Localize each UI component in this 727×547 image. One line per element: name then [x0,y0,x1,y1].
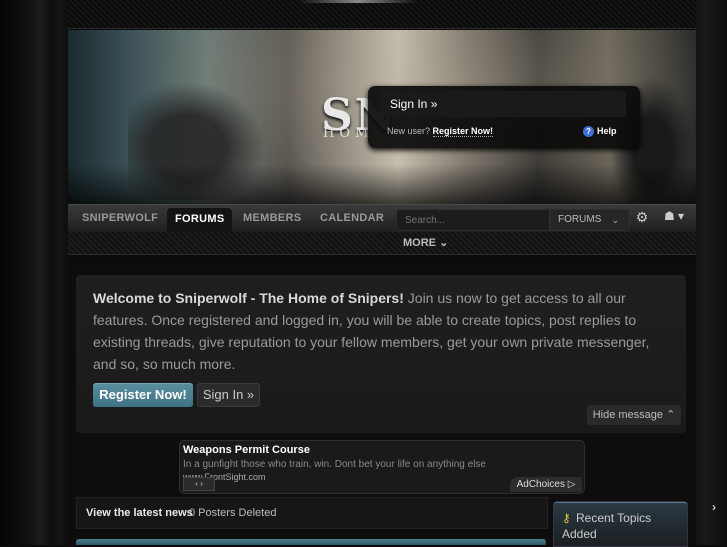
more-bar[interactable]: MORE ⌄ [68,232,696,255]
chevron-down-icon: ⌄ [611,215,619,225]
welcome-text: Welcome to Sniperwolf - The Home of Snip… [93,287,675,375]
right-margin [696,0,727,545]
recent-topics-title: ⚷ Recent Topics Added [562,511,652,541]
advertisement[interactable]: Weapons Permit Course In a gunfight thos… [179,440,585,494]
search-scope-dropdown[interactable]: FORUMS ⌄ [549,210,629,230]
welcome-heading: Welcome to Sniperwolf - The Home of Snip… [93,290,404,306]
left-margin [0,0,68,545]
main-navbar: SNIPERWOLF FORUMS MEMBERS CALENDAR FORUM… [68,204,696,233]
ad-nav-arrows[interactable]: ‹ › [183,477,215,491]
news-text[interactable]: 0 Posters Deleted [189,507,276,519]
help-link[interactable]: ? Help [583,126,617,138]
news-bar: View the latest news 0 Posters Deleted [76,497,548,529]
chevron-down-icon: ⌄ [439,237,449,249]
bottom-tab-bar [76,539,546,545]
ad-description: In a gunfight those who train, win. Dont… [183,459,486,470]
nav-item-forums[interactable]: FORUMS [167,208,233,233]
signin-bar[interactable]: Sign In » [380,91,626,117]
adchoices-icon: ▷ [567,479,576,490]
signin-button[interactable]: Sign In » [197,383,260,407]
new-user-text: New user? Register Now! [387,126,494,137]
register-link[interactable]: Register Now! [432,126,494,137]
news-label[interactable]: View the latest news [86,507,193,519]
ad-title[interactable]: Weapons Permit Course [183,444,310,456]
help-icon: ? [583,126,594,138]
welcome-message: Welcome to Sniperwolf - The Home of Snip… [76,275,686,433]
key-icon: ⚷ [562,511,571,525]
recent-topics-panel: ⚷ Recent Topics Added [553,501,688,547]
search-input[interactable] [397,210,563,230]
nav-item-members[interactable]: MEMBERS [243,205,301,233]
nav-item-calendar[interactable]: CALENDAR [320,205,384,233]
register-button[interactable]: Register Now! [93,383,193,407]
chevron-right-icon[interactable]: › [712,500,724,514]
notifications-icon[interactable]: ☗ ▾ [658,209,690,227]
nav-item-sniperwolf[interactable]: SNIPERWOLF [82,205,158,233]
adchoices-badge[interactable]: AdChoices ▷ [510,477,582,492]
hide-message-button[interactable]: Hide message ⌃ [587,405,681,425]
search-box: FORUMS ⌄ [396,209,630,231]
gear-icon[interactable]: ⚙ [634,209,650,227]
more-label[interactable]: MORE ⌄ [403,236,448,249]
signin-link[interactable]: Sign In » [390,97,437,111]
top-strip [68,0,696,29]
signin-popup: Sign In » New user? Register Now! ? Help [368,86,640,148]
chevron-up-icon: ⌃ [666,409,676,421]
